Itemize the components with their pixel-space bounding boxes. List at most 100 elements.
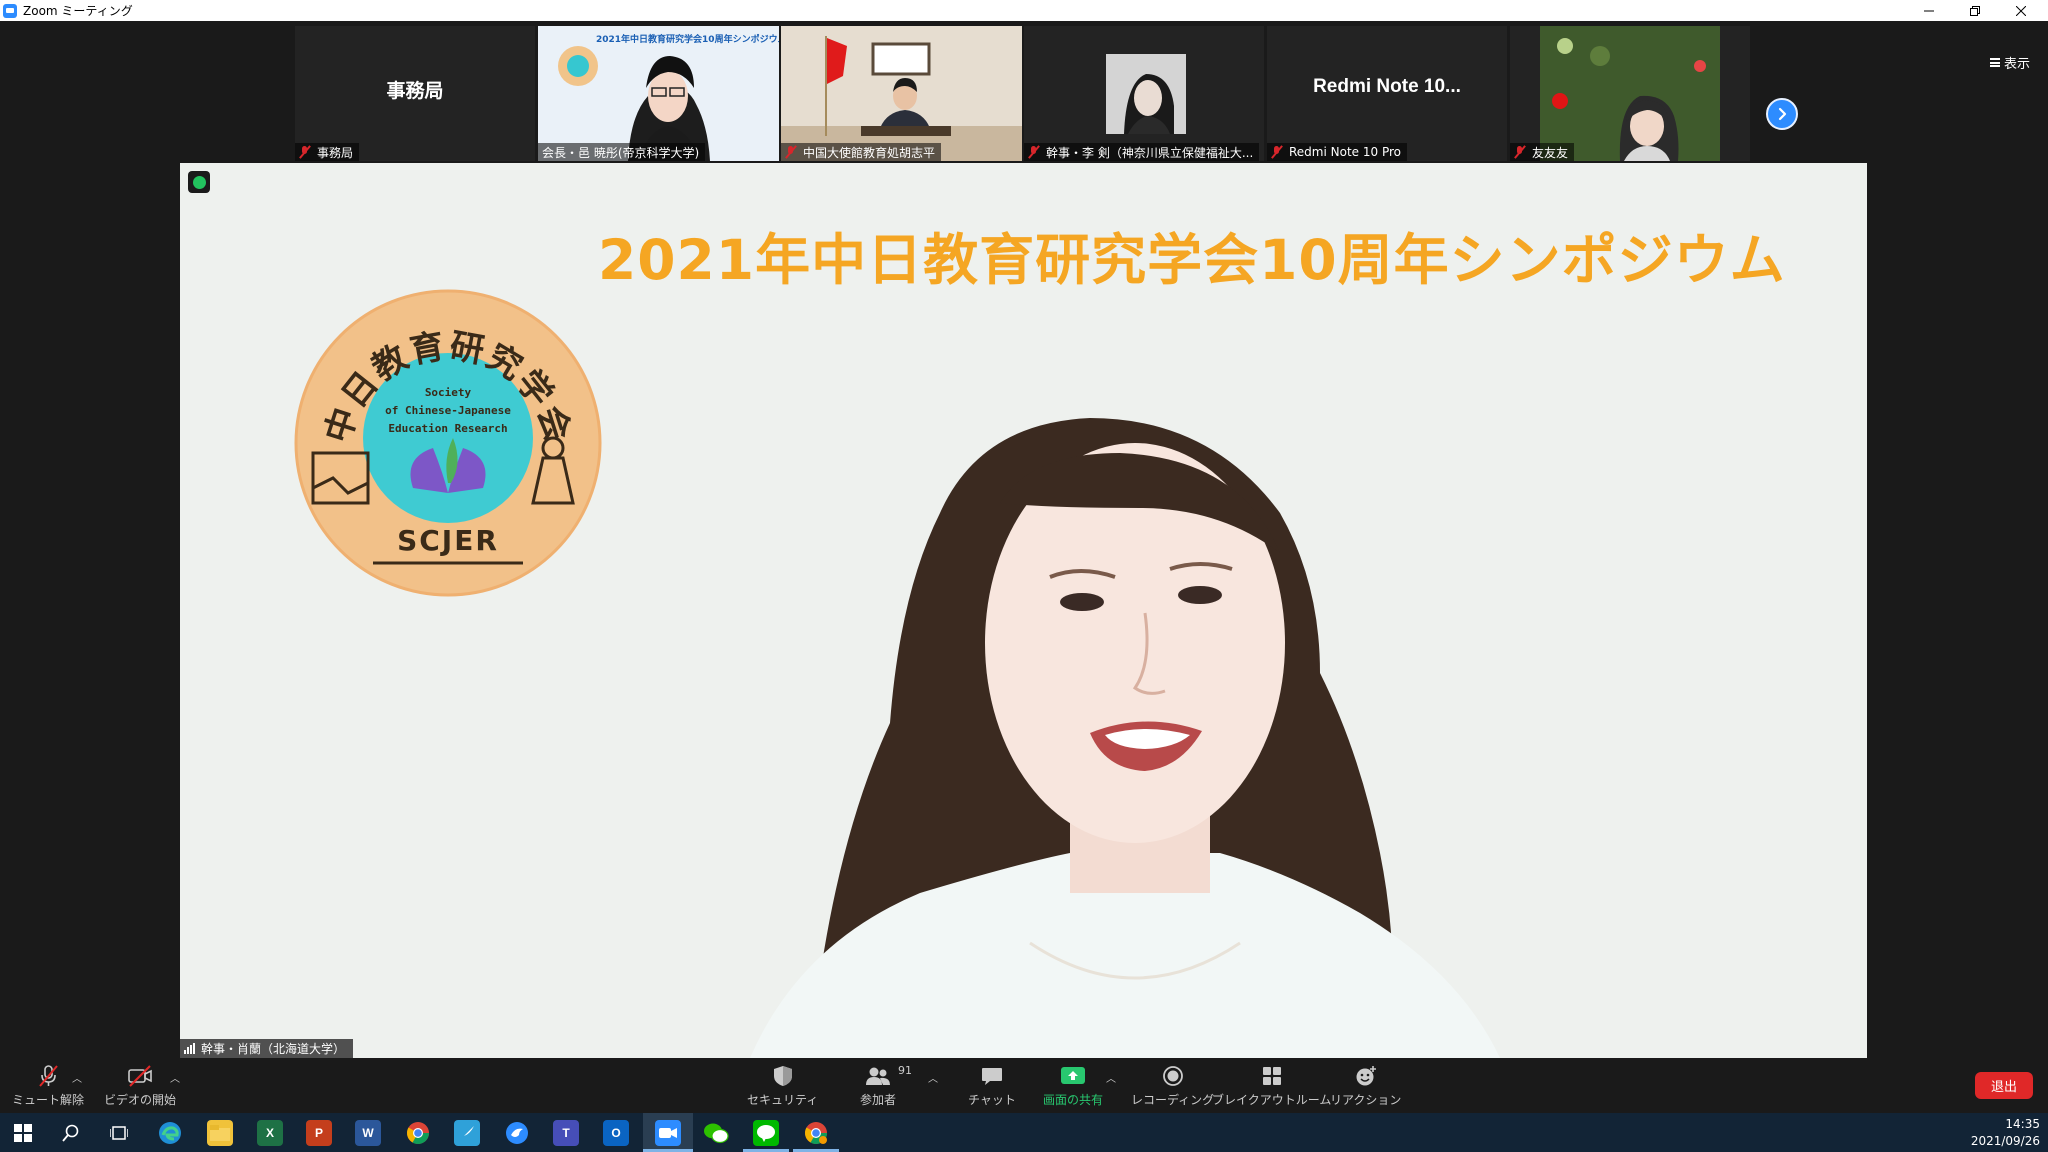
taskbar-edge[interactable] — [157, 1120, 183, 1146]
gallery-tile[interactable]: 2021年中日教育研究学会10周年シンポジウム 会長・邑 暁彤(帝京科学大学) — [538, 26, 779, 161]
participant-name: 中国大使館教育処胡志平 — [803, 145, 936, 160]
taskbar-outlook[interactable]: O — [603, 1120, 629, 1146]
search-button[interactable] — [58, 1120, 84, 1146]
gallery-tile[interactable]: 幹事・李 剣（神奈川県立保健福祉大... — [1024, 26, 1264, 161]
participant-name: Redmi Note 10 Pro — [1289, 145, 1401, 159]
taskbar-file-explorer[interactable] — [207, 1120, 233, 1146]
participant-name: 幹事・李 剣（神奈川県立保健福祉大... — [1046, 145, 1254, 160]
audio-options-caret[interactable]: ︿ — [72, 1070, 82, 1085]
participant-name-bar: 会長・邑 暁彤(帝京科学大学) — [538, 143, 706, 161]
participants-button[interactable]: 91 参加者 — [860, 1064, 912, 1108]
folder-icon — [210, 1125, 230, 1141]
chrome-profile-icon — [805, 1122, 827, 1144]
scjer-logo: 中日教育研究学会 Society of Chinese-Japanese Edu… — [294, 289, 602, 597]
gallery-tile[interactable]: 事務局 事務局 — [295, 26, 535, 161]
taskbar-app-feather[interactable] — [454, 1120, 480, 1146]
security-shield-icon — [773, 1066, 792, 1086]
breakout-rooms-label: ブレイクアウトルーム — [1212, 1093, 1332, 1107]
reactions-label: リアクション — [1330, 1093, 1402, 1107]
mic-muted-icon — [785, 145, 797, 159]
gallery-tile[interactable]: 友友友 — [1510, 26, 1750, 161]
line-app-icon — [757, 1125, 775, 1142]
participant-name: 会長・邑 暁彤(帝京科学大学) — [542, 145, 700, 160]
signal-strength-icon — [184, 1043, 195, 1054]
taskbar-teams[interactable]: T — [553, 1120, 579, 1146]
taskbar-powerpoint[interactable]: P — [306, 1120, 332, 1146]
logo-inner-line: Society — [425, 386, 472, 399]
gallery-view-icon — [1990, 58, 2000, 67]
logo-acronym: SCJER — [397, 524, 499, 557]
video-off-icon — [128, 1065, 152, 1087]
reaction-smiley-icon — [1356, 1066, 1376, 1086]
participant-photo — [1024, 26, 1264, 161]
participants-options-caret[interactable]: ︿ — [928, 1070, 938, 1085]
word-icon: W — [362, 1126, 374, 1140]
window-title: Zoom ミーティング — [23, 4, 133, 18]
windows-taskbar: X P W T O 14:35 2021/09/26 — [0, 1113, 2048, 1152]
view-label: 表示 — [2004, 57, 2031, 72]
minimize-icon — [1924, 10, 1934, 11]
participant-video — [1510, 26, 1750, 161]
task-view-button[interactable] — [106, 1120, 132, 1146]
participant-name-bar: Redmi Note 10 Pro — [1267, 143, 1407, 161]
start-video-button[interactable]: ビデオの開始 — [104, 1064, 176, 1108]
windows-start-button[interactable] — [10, 1120, 36, 1146]
taskbar-chrome-alt[interactable] — [803, 1120, 829, 1146]
video-options-caret[interactable]: ︿ — [170, 1070, 180, 1085]
security-button[interactable]: セキュリティ — [747, 1064, 818, 1108]
active-speaker-name: 幹事・肖蘭（北海道大学） — [201, 1042, 346, 1056]
close-icon — [2016, 5, 2026, 16]
share-options-caret[interactable]: ︿ — [1106, 1070, 1116, 1085]
task-view-icon — [110, 1126, 128, 1140]
participants-icon — [866, 1067, 890, 1085]
close-button[interactable] — [1998, 0, 2044, 21]
taskbar-line[interactable] — [753, 1120, 779, 1146]
excel-icon: X — [265, 1126, 274, 1140]
participant-name: 友友友 — [1532, 145, 1569, 160]
participant-name-bar: 幹事・李 剣（神奈川県立保健福祉大... — [1024, 143, 1260, 161]
encryption-shield-icon[interactable] — [188, 171, 210, 193]
active-speaker-video[interactable]: 2021年中日教育研究学会10周年シンポジウム 中日教育研究学会 Society… — [180, 163, 1867, 1058]
taskbar-chrome[interactable] — [405, 1120, 431, 1146]
mic-muted-icon — [299, 145, 311, 159]
edge-icon — [159, 1122, 181, 1144]
chat-button[interactable]: チャット — [968, 1064, 1016, 1108]
powerpoint-icon: P — [314, 1126, 323, 1140]
participant-name-bar: 友友友 — [1510, 143, 1575, 161]
record-button[interactable]: レコーディング — [1131, 1064, 1214, 1108]
taskbar-app-bird[interactable] — [504, 1120, 530, 1146]
logo-inner-line: of Chinese-Japanese — [385, 404, 511, 417]
participant-name-bar: 中国大使館教育処胡志平 — [781, 143, 942, 161]
system-clock[interactable]: 14:35 2021/09/26 — [1971, 1116, 2040, 1150]
reactions-button[interactable]: リアクション — [1330, 1064, 1401, 1108]
share-screen-label: 画面の共有 — [1043, 1093, 1104, 1107]
restore-button[interactable] — [1952, 0, 1998, 21]
leave-meeting-button[interactable]: 退出 — [1975, 1072, 2033, 1099]
feather-icon — [460, 1126, 474, 1140]
participant-count: 91 — [898, 1064, 912, 1077]
chat-icon — [981, 1068, 1002, 1085]
start-video-label: ビデオの開始 — [104, 1093, 177, 1107]
bird-icon — [506, 1122, 528, 1144]
gallery-tile[interactable]: Redmi Note 10... Redmi Note 10 Pro — [1267, 26, 1507, 161]
chrome-icon — [407, 1122, 429, 1144]
view-button[interactable]: 表示 — [1990, 53, 2030, 72]
share-screen-button[interactable]: 画面の共有 — [1043, 1064, 1103, 1108]
unmute-label: ミュート解除 — [12, 1093, 85, 1107]
next-page-button[interactable] — [1766, 98, 1798, 130]
record-icon — [1162, 1066, 1183, 1086]
taskbar-excel[interactable]: X — [257, 1120, 283, 1146]
chat-label: チャット — [968, 1093, 1016, 1107]
minimize-button[interactable] — [1906, 0, 1952, 21]
windows-logo-icon — [14, 1124, 32, 1142]
taskbar-wechat[interactable] — [703, 1120, 729, 1146]
participant-video — [781, 26, 1022, 161]
taskbar-zoom[interactable] — [655, 1120, 681, 1146]
gallery-tile[interactable]: 中国大使館教育処胡志平 — [781, 26, 1022, 161]
taskbar-word[interactable]: W — [355, 1120, 381, 1146]
record-label: レコーディング — [1131, 1093, 1215, 1107]
breakout-rooms-button[interactable]: ブレイクアウトルーム — [1212, 1064, 1331, 1108]
security-label: セキュリティ — [747, 1093, 819, 1107]
speaker-person — [750, 418, 1500, 1058]
clock-date: 2021/09/26 — [1970, 1134, 2040, 1148]
